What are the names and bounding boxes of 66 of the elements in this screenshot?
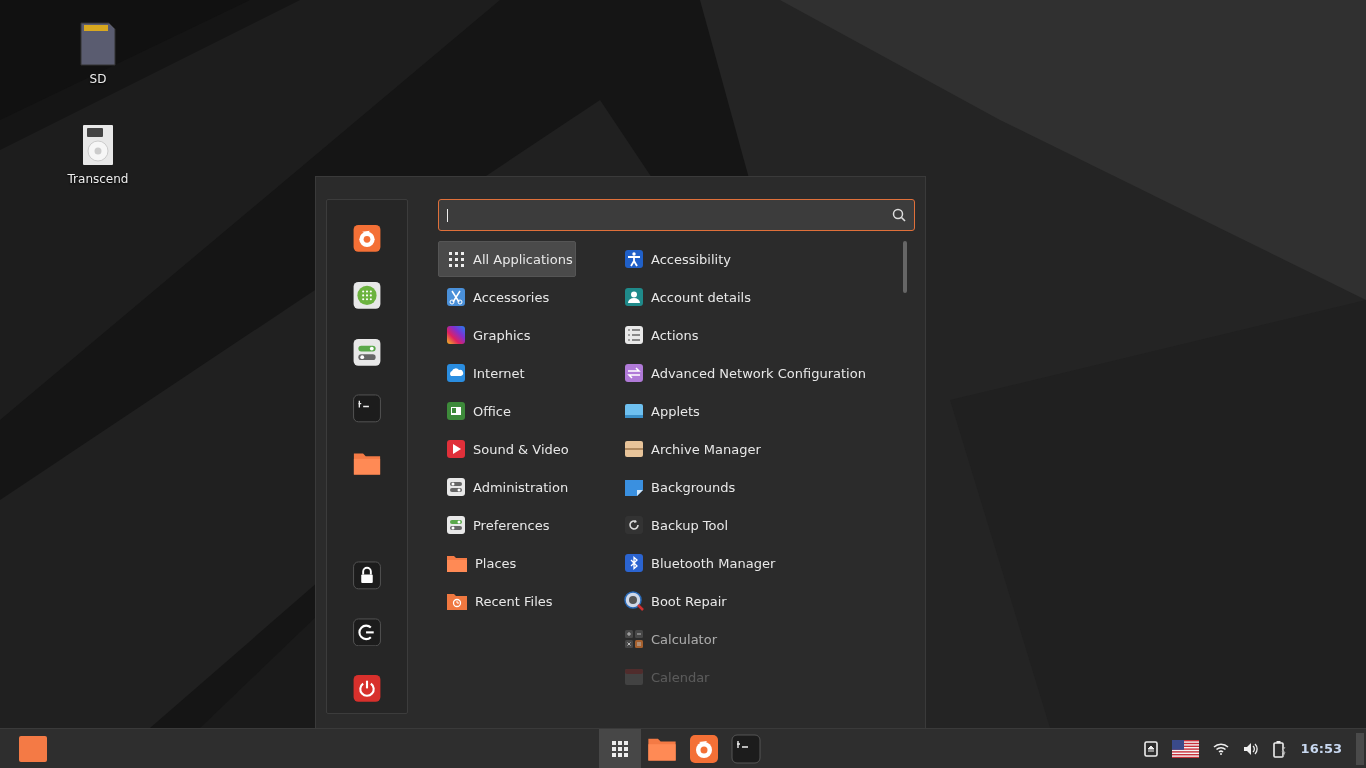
application-item[interactable]: Bluetooth Manager [616,545,886,581]
apps-grid-button[interactable] [599,729,641,768]
application-item[interactable]: Backgrounds [616,469,886,505]
magnifier-icon [624,591,644,611]
category-item[interactable]: Administration [438,469,616,505]
category-item[interactable]: Internet [438,355,616,391]
search-icon [892,208,906,222]
application-item[interactable]: Actions [616,317,886,353]
toggles-icon [446,515,466,535]
window-icon [624,401,644,421]
application-item[interactable]: Backup Tool [616,507,886,543]
application-item[interactable]: Archive Manager [616,431,886,467]
color-square-icon [446,325,466,345]
eject-icon[interactable] [1143,740,1158,757]
grid-icon[interactable] [352,280,382,310]
scissors-icon [446,287,466,307]
battery-icon[interactable] [1272,739,1287,758]
clock[interactable]: 16:53 [1300,741,1342,756]
folder-icon[interactable] [352,451,382,476]
application-item[interactable]: Account details [616,279,886,315]
desktop-icon-label[interactable]: Transcend [67,172,129,186]
application-item[interactable]: Boot Repair [616,583,886,619]
menu-button[interactable] [19,735,47,762]
category-item[interactable]: Sound & Video [438,431,616,467]
image-icon [624,477,644,497]
category-item[interactable]: Accessories [438,279,616,315]
application-item[interactable]: Applets [616,393,886,429]
lock-icon[interactable] [352,560,382,590]
flag-icon[interactable] [1171,739,1199,758]
user-icon [624,287,644,307]
terminal-icon[interactable] [352,394,382,424]
application-item[interactable]: Advanced Network Configuration [616,355,886,391]
hard-drive-icon [82,124,114,166]
terminal-icon [731,733,761,764]
calendar-icon [624,667,644,687]
person-icon [624,249,644,269]
folder-icon [446,553,468,573]
box-icon [624,439,644,459]
refresh-icon [624,515,644,535]
category-item[interactable]: Graphics [438,317,616,353]
power-icon[interactable] [352,674,382,704]
list-icon [624,325,644,345]
arrows-icon [624,363,644,383]
category-item[interactable]: Places [438,545,616,581]
category-item[interactable]: Office [438,393,616,429]
grid-icon [446,249,466,269]
calculator-icon [624,629,644,649]
category-item[interactable]: Recent Files [438,583,616,619]
document-icon [446,401,466,421]
application-item[interactable]: Accessibility [616,241,886,277]
search-field[interactable] [438,199,915,231]
play-icon [446,439,466,459]
desktop-icon-label[interactable]: SD [89,72,107,86]
category-item[interactable]: Preferences [438,507,616,543]
toggles-icon[interactable] [352,337,382,367]
sd-card-icon [80,22,116,66]
cloud-icon [446,363,466,383]
bluetooth-icon [624,553,644,573]
category-item[interactable]: All Applications [438,241,576,277]
scrollbar[interactable] [903,241,907,293]
application-item[interactable]: Calculator [616,621,886,657]
volume-icon[interactable] [1242,741,1259,756]
folder-icon [446,591,468,611]
toggles-icon [446,477,466,497]
logout-icon[interactable] [352,617,382,647]
wifi-icon[interactable] [1212,742,1229,755]
